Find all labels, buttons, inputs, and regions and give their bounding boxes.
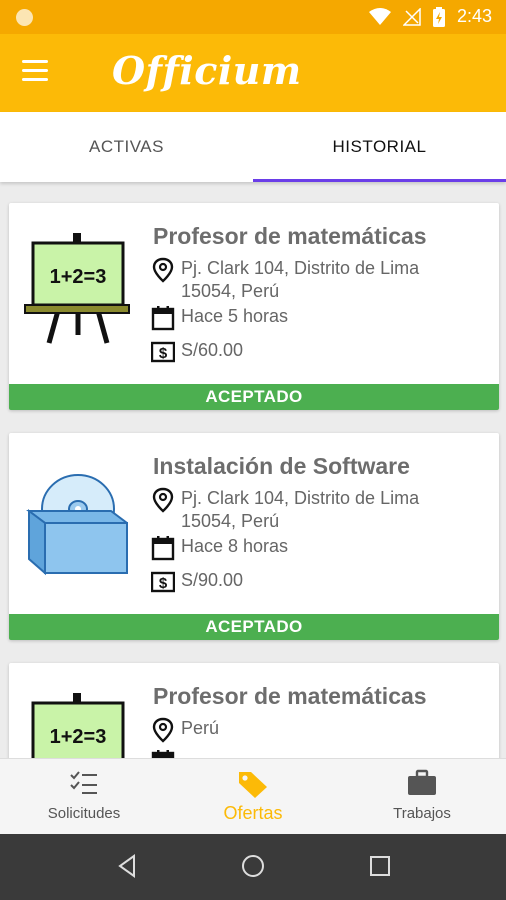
money-icon: $	[151, 571, 175, 593]
job-time: Hace 8 horas	[181, 536, 289, 556]
svg-text:$: $	[159, 575, 168, 592]
job-price: S/60.00	[181, 340, 244, 360]
battery-charging-icon	[432, 6, 445, 27]
job-price: S/90.00	[181, 570, 244, 590]
money-icon: $	[151, 341, 175, 363]
job-address: Pj. Clark 104, Distrito de Lima 15054, P…	[181, 488, 420, 531]
tab-bar: ACTIVAS HISTORIAL	[0, 112, 506, 182]
app-bar: Officium	[0, 34, 506, 112]
nav-trabajos[interactable]: Trabajos	[338, 759, 506, 835]
location-pin-icon	[152, 257, 174, 283]
job-list[interactable]: 1+2=3 Profesor de matemáticas Pj. Clark …	[0, 182, 506, 758]
back-icon[interactable]	[117, 854, 137, 878]
board-text: 1+2=3	[50, 266, 107, 288]
job-card[interactable]: 1+2=3 Profesor de matemáticas Pj. Clark …	[9, 203, 499, 410]
app-logo: Officium	[112, 48, 302, 93]
tab-historial[interactable]: HISTORIAL	[253, 112, 506, 182]
job-title: Profesor de matemáticas	[153, 683, 427, 709]
bottom-navigation: Solicitudes Ofertas Trabajos	[0, 758, 506, 834]
no-signal-icon	[402, 7, 421, 26]
location-pin-icon	[152, 487, 174, 513]
job-card[interactable]: Instalación de Software Pj. Clark 104, D…	[9, 433, 499, 640]
nav-label: Ofertas	[223, 803, 283, 823]
recents-icon[interactable]	[370, 854, 390, 878]
checklist-icon	[70, 771, 97, 794]
board-text: 1+2=3	[50, 726, 107, 748]
job-address: Pj. Clark 104, Distrito de Lima 15054, P…	[181, 258, 420, 301]
nav-label: Solicitudes	[47, 805, 121, 822]
calendar-icon	[151, 750, 175, 758]
svg-text:$: $	[159, 345, 168, 362]
software-box-icon	[26, 474, 128, 576]
calendar-icon	[151, 536, 175, 561]
location-pin-icon	[152, 717, 174, 743]
notification-dot-icon	[16, 9, 33, 26]
calendar-icon	[151, 306, 175, 331]
briefcase-icon	[408, 769, 436, 795]
wifi-icon	[368, 7, 391, 25]
chalkboard-icon: 1+2=3	[24, 233, 130, 344]
status-badge: ACEPTADO	[9, 614, 499, 640]
nav-ofertas[interactable]: Ofertas	[169, 759, 337, 835]
status-bar: 2:43	[0, 0, 506, 34]
job-address: Perú	[181, 718, 220, 738]
job-title: Instalación de Software	[153, 453, 410, 479]
job-title: Profesor de matemáticas	[153, 223, 427, 249]
home-icon[interactable]	[241, 854, 265, 878]
clock: 2:43	[456, 6, 492, 26]
nav-label: Trabajos	[393, 805, 451, 822]
job-card[interactable]: 1+2=3 Profesor de matemáticas Perú	[9, 663, 499, 758]
chalkboard-icon: 1+2=3	[31, 693, 125, 758]
status-badge: ACEPTADO	[9, 384, 499, 410]
nav-solicitudes[interactable]: Solicitudes	[0, 759, 168, 835]
hamburger-menu-icon[interactable]	[22, 60, 56, 86]
tag-icon	[239, 772, 267, 798]
system-navigation-bar	[0, 834, 506, 900]
job-time: Hace 5 horas	[181, 306, 289, 326]
tab-activas[interactable]: ACTIVAS	[0, 112, 253, 182]
